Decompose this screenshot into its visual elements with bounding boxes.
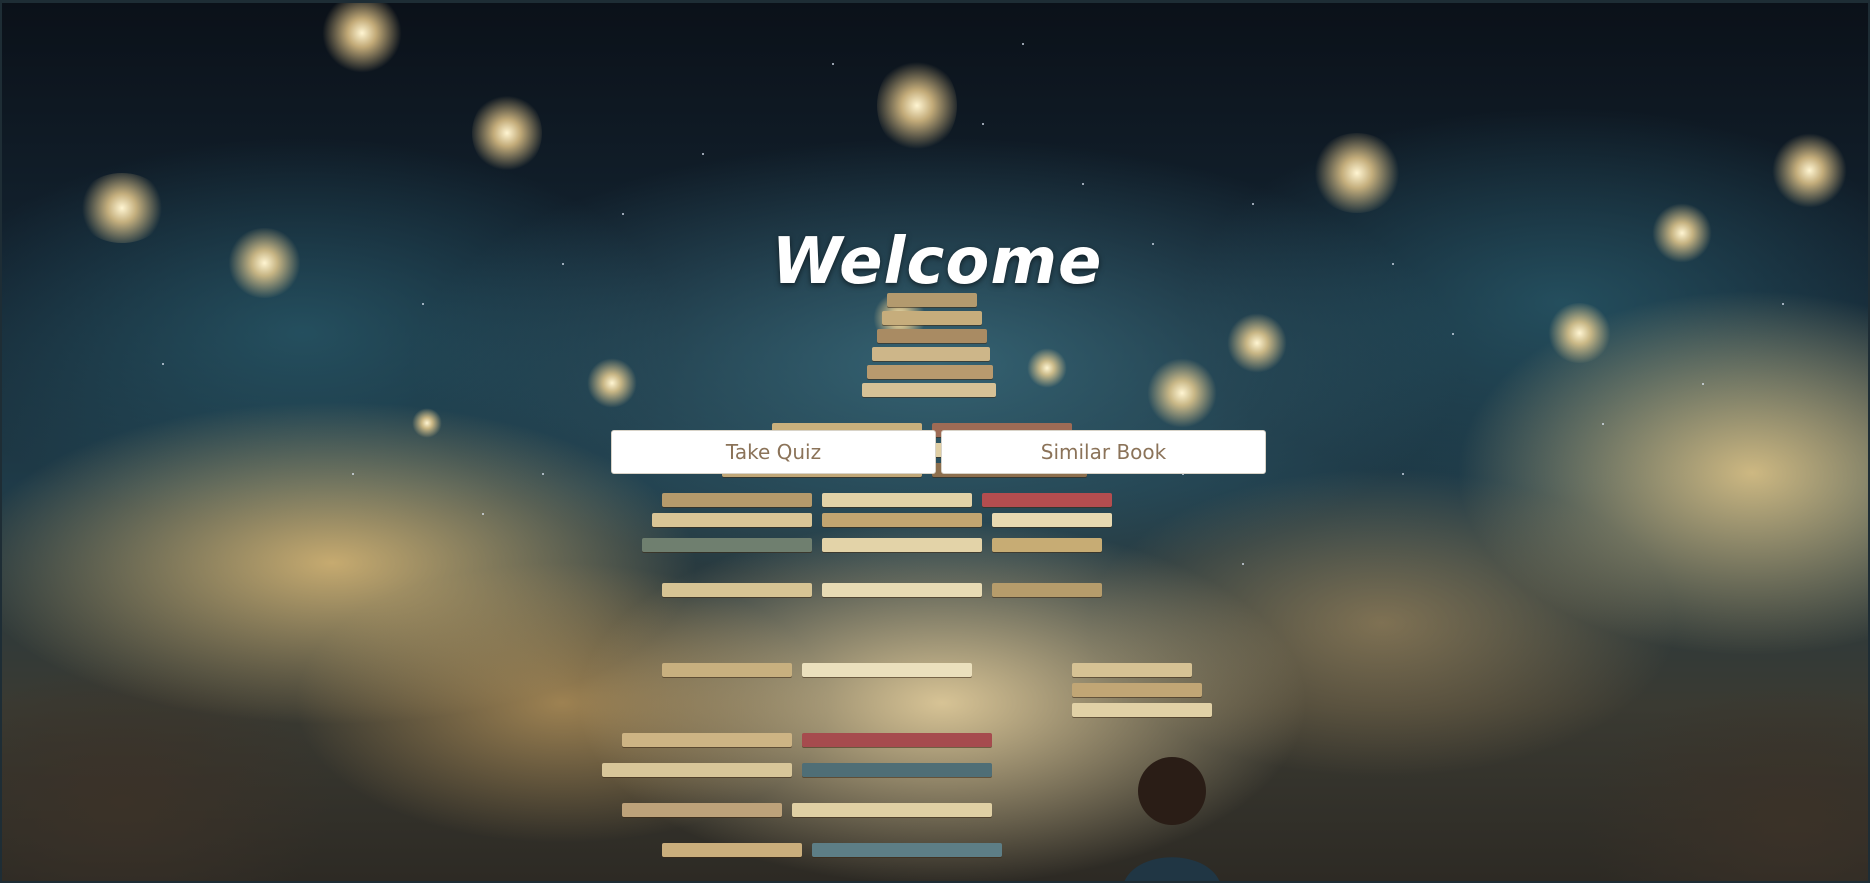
star: [422, 303, 424, 305]
lantern-glow: [877, 58, 957, 153]
book: [872, 347, 990, 361]
action-buttons: Take Quiz Similar Book: [611, 430, 1266, 474]
star: [1082, 183, 1084, 185]
star: [1022, 43, 1024, 45]
lantern-glow: [412, 408, 442, 438]
book: [792, 803, 992, 817]
book: [822, 493, 972, 507]
book: [992, 583, 1102, 597]
star: [482, 513, 484, 515]
page-title: Welcome: [771, 225, 1103, 299]
book: [662, 843, 802, 857]
star: [622, 213, 624, 215]
book: [652, 513, 812, 527]
book: [862, 383, 996, 397]
book: [812, 843, 1002, 857]
book: [622, 733, 792, 747]
star: [1782, 303, 1784, 305]
book: [642, 538, 812, 552]
app-window: Welcome Take Quiz Similar Book: [0, 0, 1870, 883]
lantern-glow: [1547, 303, 1612, 363]
child-silhouette: [1124, 757, 1220, 881]
star: [832, 63, 834, 65]
star: [1452, 333, 1454, 335]
star: [702, 153, 704, 155]
book: [1072, 663, 1192, 677]
book: [992, 538, 1102, 552]
star: [982, 123, 984, 125]
book: [662, 583, 812, 597]
book: [622, 803, 782, 817]
book: [822, 513, 982, 527]
lantern-glow: [322, 3, 402, 73]
star: [1602, 423, 1604, 425]
book: [992, 513, 1112, 527]
star: [162, 363, 164, 365]
star: [1402, 473, 1404, 475]
book: [802, 733, 992, 747]
star: [1702, 383, 1704, 385]
book: [867, 365, 993, 379]
star: [542, 473, 544, 475]
book: [822, 583, 982, 597]
book: [802, 663, 972, 677]
star: [1252, 203, 1254, 205]
book: [1072, 703, 1212, 717]
lantern-glow: [1312, 133, 1402, 213]
star: [352, 473, 354, 475]
book: [822, 538, 982, 552]
take-quiz-button[interactable]: Take Quiz: [611, 430, 936, 474]
lantern-glow: [472, 93, 542, 173]
book: [662, 493, 812, 507]
book: [877, 329, 987, 343]
book: [602, 763, 792, 777]
book: [982, 493, 1112, 507]
similar-book-button[interactable]: Similar Book: [941, 430, 1266, 474]
book: [882, 311, 982, 325]
book: [802, 763, 992, 777]
book: [662, 663, 792, 677]
book: [1072, 683, 1202, 697]
lantern-glow: [1772, 133, 1847, 208]
